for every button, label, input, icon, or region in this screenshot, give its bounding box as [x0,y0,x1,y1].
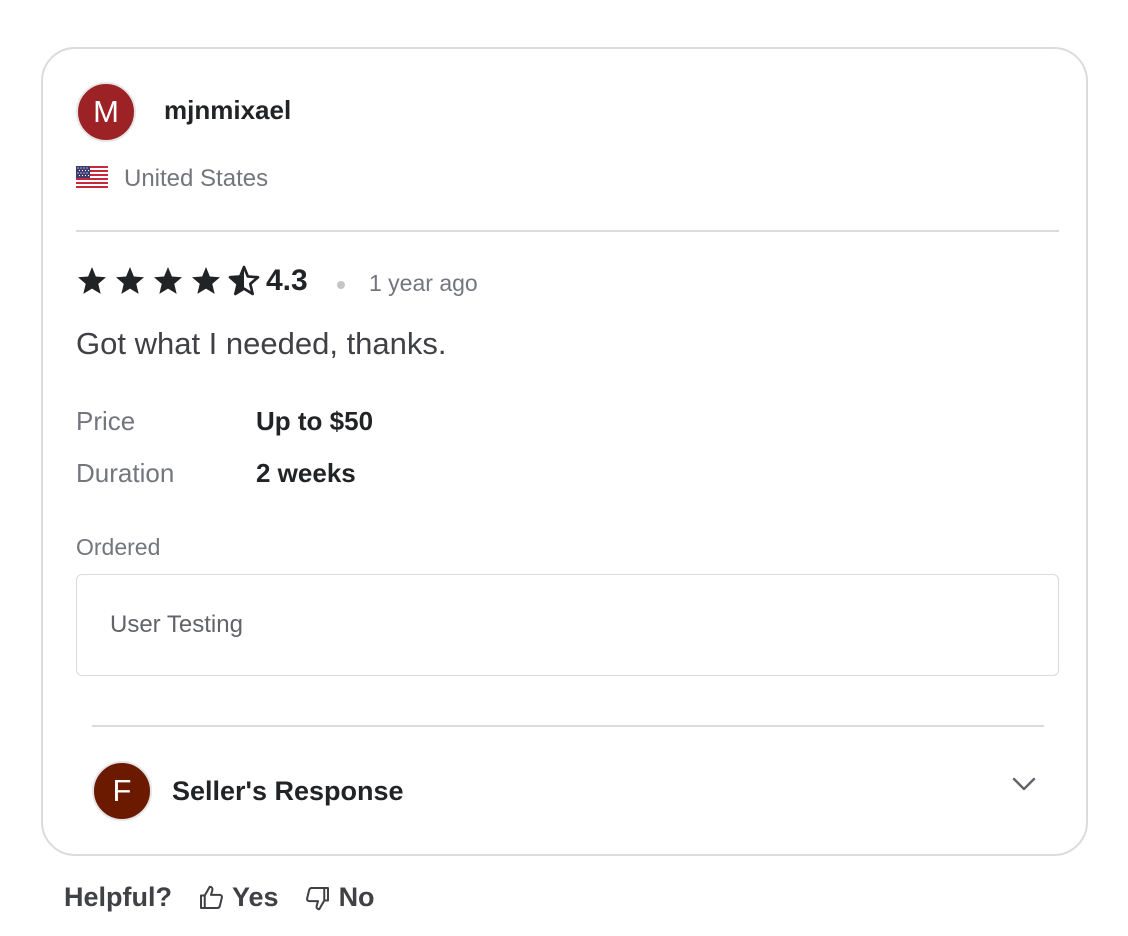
helpful-label: Helpful? [64,882,172,912]
reviewer-avatar[interactable]: M [76,82,136,142]
helpful-bar: Helpful? Yes No [64,882,375,913]
ordered-label: Ordered [76,534,161,560]
seller-avatar-letter: F [112,773,132,808]
star-rating [76,265,260,297]
rating-value: 4.3 [266,264,308,297]
star-icon [154,267,182,294]
review-time: 1 year ago [369,270,478,296]
thumbs-up-icon [200,885,223,909]
separator-dot [337,281,345,289]
star-icon [116,267,144,294]
chevron-down-icon[interactable] [1011,775,1037,793]
thumbs-down-icon [305,886,329,910]
review-card: M mjnmixael United States 4.3 1 year ago… [41,47,1088,856]
review-comment: Got what I needed, thanks. [76,326,447,361]
divider [76,230,1059,232]
seller-avatar: F [92,761,152,821]
price-label: Price [76,406,136,436]
reviewer-country: United States [124,165,269,192]
ordered-item-name: User Testing [110,611,243,638]
helpful-no-button[interactable]: No [303,882,375,913]
helpful-yes-button[interactable]: Yes [196,882,279,913]
us-flag-icon [76,166,108,190]
seller-response-label[interactable]: Seller's Response [172,776,404,807]
price-value: Up to $50 [256,406,374,436]
reviewer-avatar-letter: M [93,94,119,129]
helpful-no-label: No [338,882,375,912]
helpful-yes-label: Yes [232,882,279,912]
duration-value: 2 weeks [256,458,356,488]
star-icon [192,267,220,294]
half-star-icon [228,265,260,296]
ordered-item-box[interactable]: User Testing [76,574,1059,676]
divider [92,725,1044,727]
duration-label: Duration [76,458,175,488]
reviewer-username[interactable]: mjnmixael [164,95,291,126]
star-icon [78,267,106,294]
